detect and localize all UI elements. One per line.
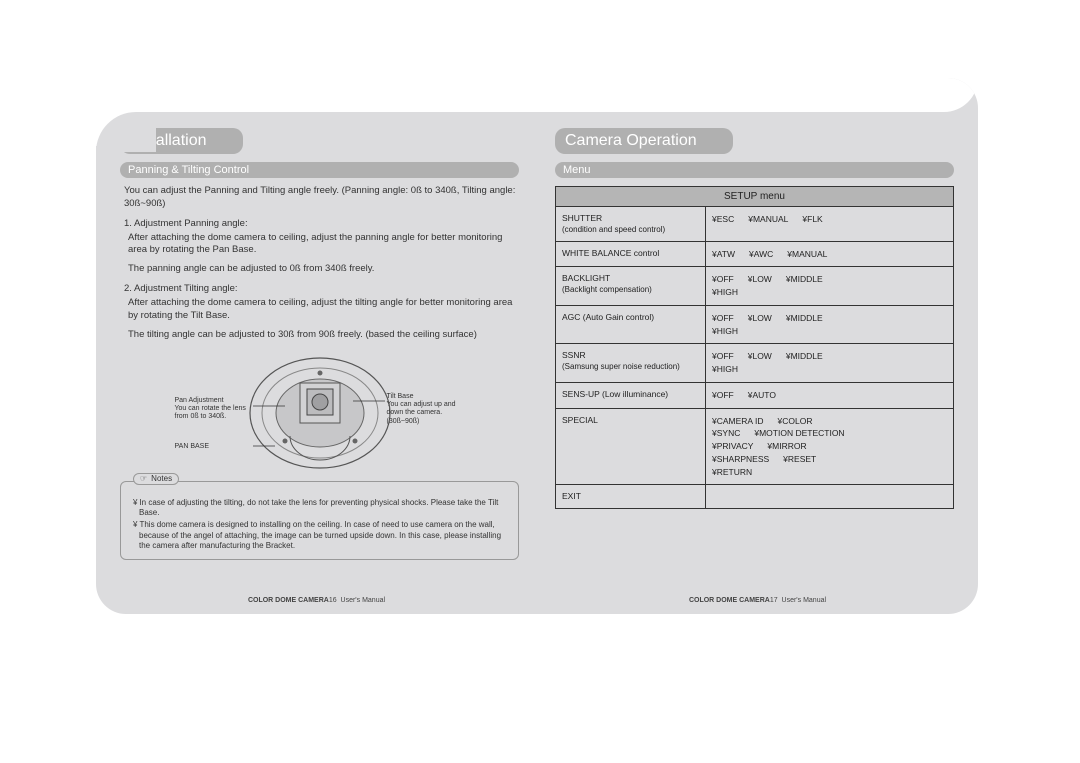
notes-list: In case of adjusting the tilting, do not…	[129, 498, 510, 552]
page-right: Camera Operation Menu SETUP menu SHUTTER…	[537, 78, 978, 614]
menu-row-options: OFFAUTO	[706, 383, 953, 408]
notes-box: ☞ Notes In case of adjusting the tilting…	[120, 481, 519, 561]
footer-bold: COLOR DOME CAMERA	[689, 597, 770, 604]
footer-rest: User's Manual	[782, 597, 827, 604]
menu-row: SENS-UP (Low illuminance)OFFAUTO	[556, 383, 953, 409]
right-sub-heading: Menu	[555, 162, 954, 178]
pan-adjustment-label: Pan Adjustment You can rotate the lens f…	[175, 397, 253, 422]
menu-row-label: EXIT	[556, 485, 706, 508]
menu-row-label: SSNR(Samsung super noise reduction)	[556, 344, 706, 382]
menu-row: EXIT	[556, 485, 953, 508]
item1-p2: The panning angle can be adjusted to 0ß …	[128, 263, 519, 276]
item1-title: 1. Adjustment Panning angle:	[124, 218, 519, 229]
menu-row-options	[706, 485, 953, 508]
page-left: Installation Panning & Tilting Control Y…	[96, 78, 537, 614]
left-footer: COLOR DOME CAMERA16 User's Manual	[96, 597, 537, 604]
menu-row-options: OFFLOWMIDDLEHIGH	[706, 267, 953, 305]
notes-label: Notes	[151, 474, 172, 484]
menu-row-label: SHUTTER(condition and speed control)	[556, 207, 706, 241]
menu-row: SPECIALCAMERA IDCOLORSYNCMOTION DETECTIO…	[556, 409, 953, 486]
pan-base-label: PAN BASE	[175, 443, 210, 451]
menu-title: SETUP menu	[556, 187, 953, 207]
footer-page: 16	[329, 597, 337, 604]
item2-p2: The tilting angle can be adjusted to 30ß…	[128, 329, 519, 342]
menu-row: BACKLIGHT(Backlight compensation)OFFLOWM…	[556, 267, 953, 306]
menu-row-label: SENS-UP (Low illuminance)	[556, 383, 706, 408]
menu-row: AGC (Auto Gain control)OFFLOWMIDDLEHIGH	[556, 306, 953, 345]
footer-page: 17	[770, 597, 778, 604]
notes-tag: ☞ Notes	[133, 473, 179, 485]
menu-row-label: WHITE BALANCE control	[556, 242, 706, 267]
menu-row-options: ATWAWCMANUAL	[706, 242, 953, 267]
menu-row-options: OFFLOWMIDDLEHIGH	[706, 344, 953, 382]
setup-menu-table: SETUP menu SHUTTER(condition and speed c…	[555, 186, 954, 509]
manual-spread: Installation Panning & Tilting Control Y…	[96, 78, 978, 614]
menu-row-options: CAMERA IDCOLORSYNCMOTION DETECTIONPRIVAC…	[706, 409, 953, 485]
note-item: In case of adjusting the tilting, do not…	[129, 498, 510, 519]
menu-row-options: ESCMANUALFLK	[706, 207, 953, 241]
hand-icon: ☞	[140, 474, 147, 484]
camera-diagram: Pan Adjustment You can rotate the lens f…	[175, 351, 465, 471]
pan-adj-desc: You can rotate the lens from 0ß to 340ß.	[175, 405, 246, 420]
menu-row-options: OFFLOWMIDDLEHIGH	[706, 306, 953, 344]
pan-adj-title: Pan Adjustment	[175, 397, 224, 404]
menu-row-label: BACKLIGHT(Backlight compensation)	[556, 267, 706, 305]
menu-row: WHITE BALANCE controlATWAWCMANUAL	[556, 242, 953, 268]
item1-p1: After attaching the dome camera to ceili…	[128, 232, 519, 258]
menu-row-label: SPECIAL	[556, 409, 706, 485]
left-intro: You can adjust the Panning and Tilting a…	[124, 185, 519, 211]
menu-row: SHUTTER(condition and speed control)ESCM…	[556, 207, 953, 242]
right-section-title: Camera Operation	[555, 128, 733, 154]
item2-title: 2. Adjustment Tilting angle:	[124, 283, 519, 294]
item2-p1: After attaching the dome camera to ceili…	[128, 297, 519, 323]
note-item: This dome camera is designed to installi…	[129, 520, 510, 551]
tilt-base-desc: You can adjust up and down the camera. (…	[387, 401, 456, 425]
footer-rest: User's Manual	[341, 597, 386, 604]
right-footer: COLOR DOME CAMERA17 User's Manual	[537, 597, 978, 604]
left-sub-heading: Panning & Tilting Control	[120, 162, 519, 178]
footer-bold: COLOR DOME CAMERA	[248, 597, 329, 604]
menu-row: SSNR(Samsung super noise reduction)OFFLO…	[556, 344, 953, 383]
tilt-base-label: Tilt Base You can adjust up and down the…	[387, 393, 465, 427]
tilt-base-title: Tilt Base	[387, 393, 414, 400]
menu-row-label: AGC (Auto Gain control)	[556, 306, 706, 344]
